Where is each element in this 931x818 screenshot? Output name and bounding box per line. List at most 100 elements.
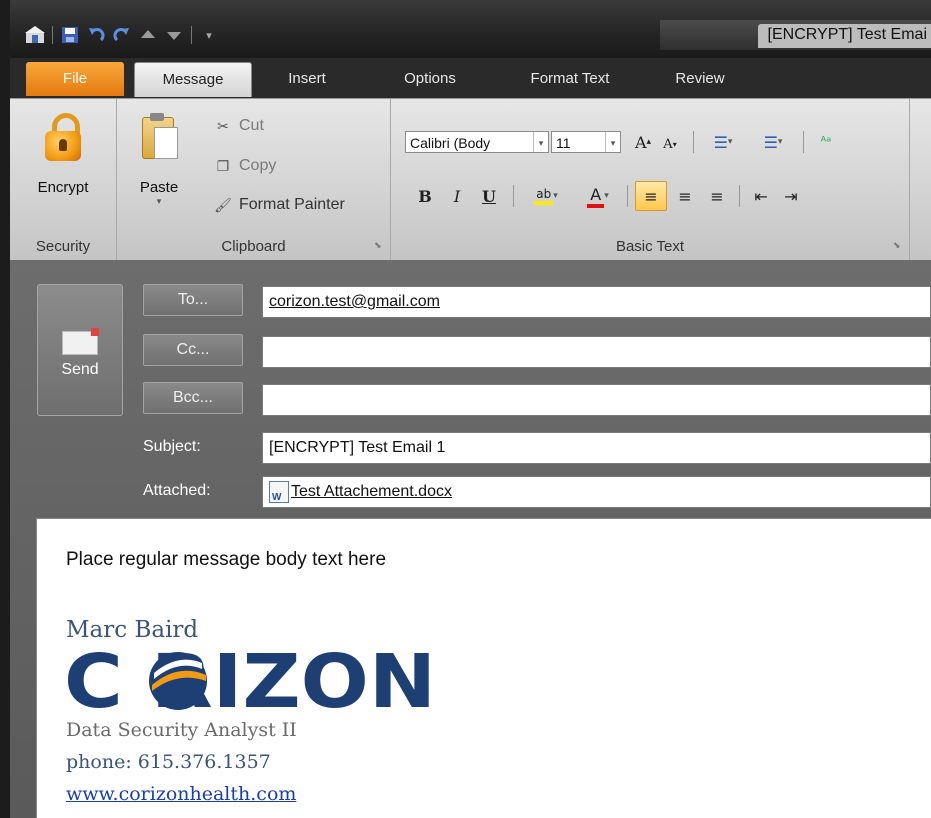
- phone-value: 615.376.1357: [137, 751, 271, 773]
- to-recipient[interactable]: corizon.test@gmail.com: [269, 293, 440, 310]
- separator: [693, 131, 694, 153]
- separator: [513, 185, 514, 207]
- grow-font-icon[interactable]: A ▴: [629, 129, 657, 155]
- align-left-icon[interactable]: ≡: [635, 181, 667, 211]
- group-clipboard: Paste ▾ ✂ Cut ❐ Copy 🖌 Format Painter Cl…: [117, 99, 391, 261]
- save-icon[interactable]: [59, 24, 81, 46]
- undo-icon[interactable]: [85, 24, 107, 46]
- attached-label: Attached:: [143, 482, 211, 499]
- message-body[interactable]: Place regular message body text here Mar…: [36, 518, 931, 818]
- tab-review[interactable]: Review: [660, 62, 740, 96]
- tab-message[interactable]: Message: [134, 62, 252, 97]
- svg-text:C RIZON: C RIZON: [64, 645, 436, 715]
- separator: [627, 185, 628, 207]
- customize-toolbar-icon[interactable]: ▾: [198, 24, 220, 46]
- align-right-icon[interactable]: ≡: [703, 183, 731, 209]
- subject-value: [ENCRYPT] Test Email 1: [269, 439, 446, 456]
- highlight-icon[interactable]: ab ▾: [523, 183, 569, 209]
- shrink-font-icon[interactable]: A ▾: [657, 131, 683, 157]
- redo-icon[interactable]: [111, 24, 133, 46]
- window-title: [ENCRYPT] Test Emai: [757, 24, 931, 48]
- corizon-logo: C RIZON: [64, 645, 436, 715]
- body-text: Place regular message body text here: [66, 549, 387, 570]
- group-label-clipboard: Clipboard: [221, 238, 286, 255]
- italic-icon[interactable]: I: [445, 183, 469, 209]
- bullets-icon[interactable]: ☰ ▾: [701, 129, 745, 155]
- font-size-combo[interactable]: 11 ▾: [551, 131, 621, 153]
- down-arrow-icon[interactable]: [163, 24, 185, 46]
- scissors-icon: ✂: [217, 117, 229, 134]
- tab-format-text[interactable]: Format Text: [510, 62, 630, 96]
- tab-insert[interactable]: Insert: [272, 62, 342, 96]
- underline-icon[interactable]: U: [477, 183, 501, 209]
- attachment-link[interactable]: Test Attachement.docx: [291, 483, 452, 500]
- toolbar-separator: [52, 26, 53, 44]
- clear-formatting-icon[interactable]: ᴬᵃ: [811, 129, 841, 155]
- bold-icon[interactable]: B: [413, 183, 437, 209]
- cut-label: Cut: [239, 117, 264, 134]
- copy-label: Copy: [239, 157, 277, 174]
- align-center-icon[interactable]: ≡: [671, 183, 699, 209]
- chevron-down-icon[interactable]: ▾: [533, 132, 548, 152]
- paste-label: Paste: [139, 179, 179, 196]
- outlook-compose-window: ▾ [ENCRYPT] Test Emai File Message Inser…: [0, 0, 931, 818]
- subject-label: Subject:: [143, 438, 201, 455]
- dialog-launcher-icon[interactable]: ⬊: [893, 241, 903, 251]
- quick-access-toolbar: ▾: [24, 22, 220, 48]
- signature-name: Marc Baird: [66, 617, 199, 643]
- signature-title: Data Security Analyst II: [66, 719, 297, 741]
- font-name-value: Calibri (Body: [410, 135, 491, 151]
- group-security: Encrypt Security: [10, 99, 117, 261]
- cc-field[interactable]: [262, 336, 931, 368]
- separator: [739, 185, 740, 207]
- ribbon-tabs: File Message Insert Options Format Text …: [10, 58, 931, 98]
- compose-area: Send To... Cc... Bcc... Subject: Attache…: [10, 260, 931, 818]
- up-arrow-icon[interactable]: [137, 24, 159, 46]
- title-bar: ▾ [ENCRYPT] Test Emai: [10, 0, 931, 58]
- signature-phone: phone: 615.376.1357: [66, 751, 271, 773]
- font-color-icon[interactable]: A ▾: [575, 183, 621, 209]
- subject-field[interactable]: [ENCRYPT] Test Email 1: [262, 432, 931, 464]
- encrypt-label: Encrypt: [37, 179, 89, 196]
- decrease-indent-icon[interactable]: ⇤: [747, 183, 775, 209]
- app-icon[interactable]: [24, 24, 46, 46]
- increase-indent-icon[interactable]: ⇥: [777, 183, 805, 209]
- numbering-icon[interactable]: ☰ ▾: [749, 129, 797, 155]
- cc-button[interactable]: Cc...: [143, 334, 243, 366]
- tab-file[interactable]: File: [26, 62, 124, 96]
- group-label-basic-text: Basic Text: [615, 238, 685, 255]
- phone-label: phone:: [66, 751, 132, 773]
- send-button[interactable]: Send: [37, 284, 123, 416]
- cut-button[interactable]: ✂ Cut: [213, 117, 264, 135]
- copy-button[interactable]: ❐ Copy: [213, 157, 277, 175]
- bcc-button[interactable]: Bcc...: [143, 382, 243, 414]
- paintbrush-icon: 🖌: [214, 196, 232, 213]
- encrypt-button[interactable]: Encrypt: [16, 113, 110, 196]
- format-painter-button[interactable]: 🖌 Format Painter: [213, 196, 345, 214]
- paste-dropdown-arrow-icon[interactable]: ▾: [131, 196, 187, 207]
- font-size-value: 11: [556, 135, 571, 151]
- toolbar-separator: [191, 26, 192, 44]
- paste-button[interactable]: Paste ▾: [131, 111, 187, 207]
- send-label: Send: [61, 361, 99, 378]
- bcc-field[interactable]: [262, 384, 931, 416]
- envelope-icon: [62, 328, 99, 355]
- to-field[interactable]: corizon.test@gmail.com: [262, 286, 931, 318]
- font-name-combo[interactable]: Calibri (Body ▾: [405, 131, 549, 153]
- chevron-down-icon[interactable]: ▾: [605, 132, 620, 152]
- to-button[interactable]: To...: [143, 284, 243, 316]
- word-document-icon: [269, 480, 289, 507]
- attachments-field[interactable]: Test Attachement.docx: [262, 476, 931, 508]
- website-link[interactable]: www.corizonhealth.com: [66, 783, 296, 805]
- clipboard-icon: [140, 111, 178, 161]
- ribbon: Encrypt Security Paste ▾ ✂ Cut ❐ Copy 🖌 …: [10, 98, 931, 261]
- window-left-border: [0, 0, 10, 818]
- format-painter-label: Format Painter: [239, 196, 345, 213]
- dialog-launcher-icon[interactable]: ⬊: [374, 241, 384, 251]
- group-label-security: Security: [35, 238, 91, 255]
- separator: [803, 131, 804, 153]
- group-basic-text: Calibri (Body ▾ 11 ▾ A ▴ A ▾ ☰ ▾ ☰ ▾ ᴬᵃ B I …: [391, 99, 910, 261]
- tab-options[interactable]: Options: [385, 62, 475, 96]
- lock-icon: [43, 113, 83, 163]
- copy-icon: ❐: [216, 157, 230, 174]
